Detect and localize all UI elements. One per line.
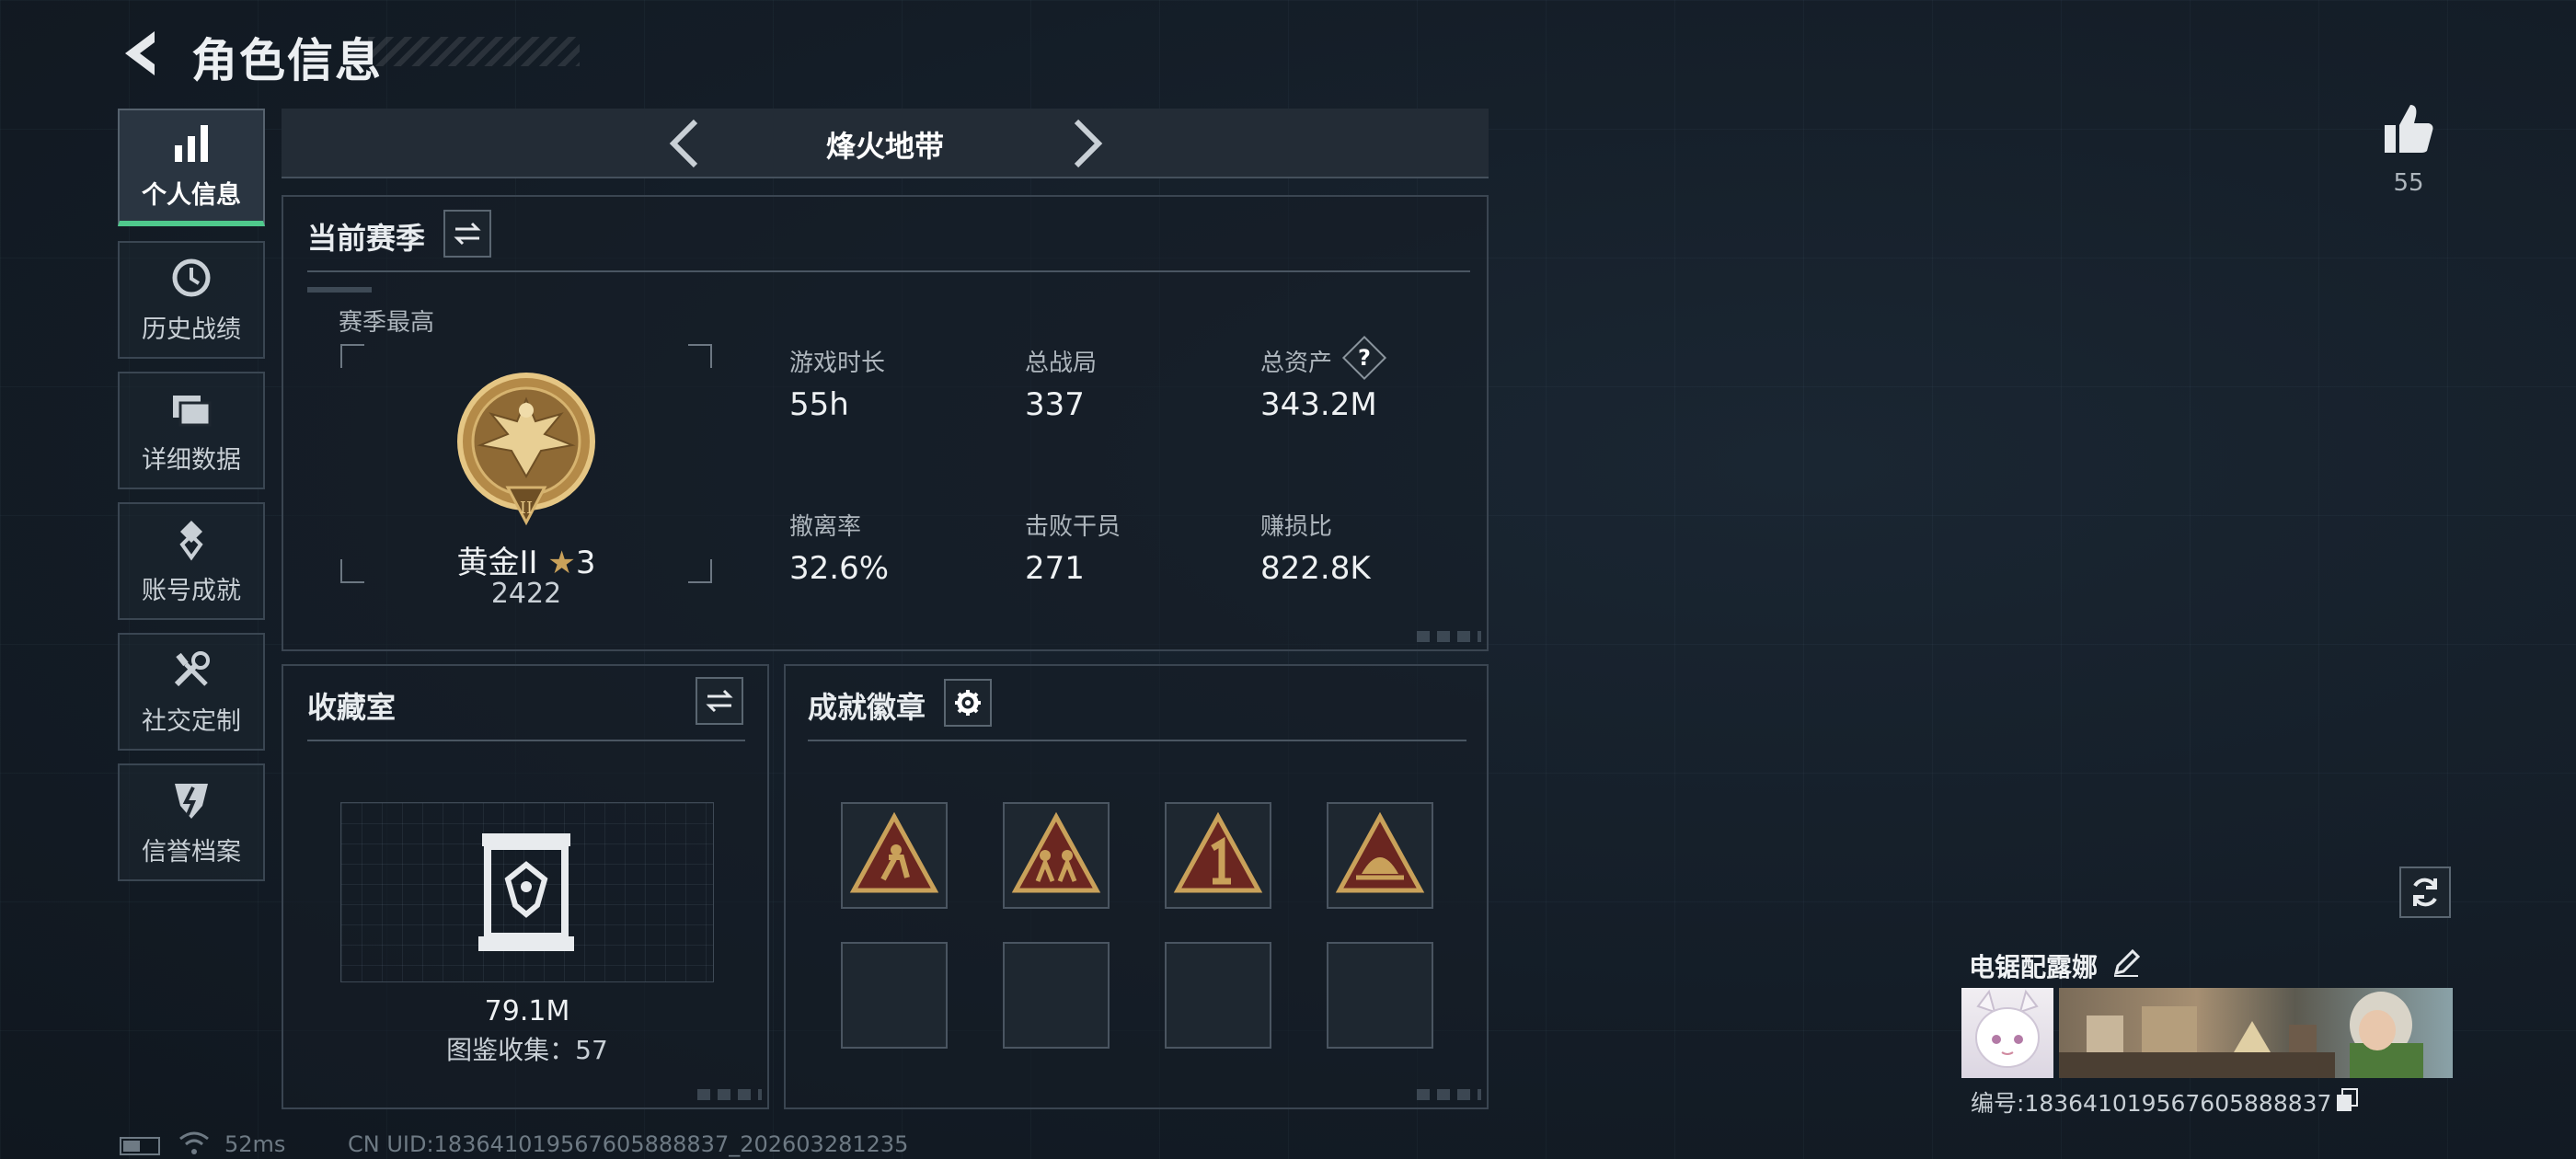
player-banner[interactable] (2059, 988, 2453, 1078)
badge-first-icon (1173, 811, 1263, 893)
tools-icon (174, 650, 210, 686)
achievement-badge-slot[interactable] (1165, 802, 1271, 909)
divider-accent (307, 287, 372, 293)
sidebar-item-label: 历史战绩 (142, 315, 241, 344)
credit-shield-icon (175, 783, 208, 819)
badge-team-icon (1011, 811, 1101, 893)
stat-value: 32.6% (789, 550, 890, 587)
battery-icon (120, 1137, 160, 1155)
corner-decoration (1417, 1089, 1481, 1100)
pencil-icon (2113, 948, 2141, 977)
empty-badge-slot[interactable] (1327, 942, 1433, 1049)
rank-name-row: 黄金II ★3 (340, 537, 712, 582)
sidebar-item-personal-info[interactable]: 个人信息 (118, 109, 265, 226)
achievement-badge-slot[interactable] (841, 802, 948, 909)
stat-value: 55h (789, 386, 849, 423)
stat-value: 337 (1025, 386, 1085, 423)
sidebar-item-detailed-data[interactable]: 详细数据 (118, 372, 265, 489)
badge-helmet-icon (1335, 811, 1425, 893)
copy-icon (2337, 1088, 2358, 1111)
stat-value: 271 (1025, 550, 1085, 587)
sidebar-item-label: 详细数据 (142, 445, 241, 475)
gear-icon (955, 690, 981, 716)
collection-title: 收藏室 (307, 690, 397, 725)
player-id: 编号:183641019567605888837 (1971, 1090, 2332, 1117)
copy-id-button[interactable] (2335, 1087, 2359, 1113)
divider (808, 740, 1466, 741)
empty-badge-slot[interactable] (1165, 942, 1271, 1049)
collection-switch-button[interactable] (696, 677, 743, 725)
achievement-badge-slot[interactable] (1003, 802, 1110, 909)
avatar[interactable] (1961, 988, 2053, 1078)
sidebar-item-history[interactable]: 历史战绩 (118, 241, 265, 359)
collection-count: 图鉴收集：57 (446, 1035, 608, 1065)
banner-illustration (2059, 992, 2423, 1078)
stat-label: 赚损比 (1260, 513, 1333, 541)
folder-icon (173, 395, 212, 426)
refresh-icon (2413, 878, 2437, 907)
wifi-icon (179, 1131, 209, 1154)
stat-label: 总战局 (1025, 350, 1098, 377)
like-button[interactable] (2381, 101, 2436, 156)
back-button[interactable] (118, 28, 166, 79)
help-icon: ? (1358, 345, 1371, 371)
ping-text: 52ms (224, 1131, 286, 1157)
page-title: 角色信息 (191, 34, 383, 87)
season-switch-button[interactable] (443, 210, 491, 258)
history-clock-icon (172, 258, 211, 296)
swap-icon (454, 222, 481, 246)
sidebar-item-label: 个人信息 (142, 180, 241, 210)
divider (307, 740, 745, 741)
stat-value: 822.8K (1260, 550, 1371, 587)
bar-chart-icon (175, 124, 208, 162)
empty-badge-slot[interactable] (1003, 942, 1110, 1049)
achievements-settings-button[interactable] (944, 679, 992, 727)
badge-runner-icon (849, 811, 939, 893)
sidebar-item-label: 信誉档案 (142, 837, 241, 866)
stat-label: 撤离率 (789, 513, 862, 541)
display-case-icon (478, 833, 574, 951)
swap-icon (706, 689, 733, 713)
stat-label: 游戏时长 (789, 350, 886, 377)
empty-badge-slot[interactable] (841, 942, 948, 1049)
divider (307, 270, 1470, 272)
title-decoration (368, 37, 580, 66)
corner-decoration (1417, 631, 1481, 642)
stat-label: 总资产 (1260, 350, 1333, 377)
star-icon: ★ (547, 545, 576, 581)
gold-rank-emblem-icon: II (457, 373, 595, 526)
sidebar-item-achievements[interactable]: 账号成就 (118, 502, 265, 620)
mode-next-button[interactable] (1058, 114, 1113, 173)
thumbs-up-icon (2385, 105, 2433, 153)
sidebar-item-label: 账号成就 (142, 576, 241, 605)
uid-text: CN UID:183641019567605888837_20260328123… (348, 1131, 909, 1157)
achievement-badge-slot[interactable] (1327, 802, 1433, 909)
stat-value: 343.2M (1260, 386, 1377, 423)
sidebar-item-label: 社交定制 (142, 706, 241, 736)
achievements-title: 成就徽章 (808, 690, 926, 725)
medal-icon (179, 520, 203, 560)
svg-text:II: II (520, 499, 533, 518)
mode-name: 烽火地带 (825, 129, 944, 164)
sidebar-item-social[interactable]: 社交定制 (118, 633, 265, 751)
stat-label: 击败干员 (1025, 513, 1121, 541)
avatar-portrait (1975, 989, 2040, 1068)
rank-stars: 3 (575, 545, 596, 581)
sidebar-item-credit[interactable]: 信誉档案 (118, 763, 265, 881)
season-title: 当前赛季 (307, 221, 426, 256)
edit-name-button[interactable] (2110, 947, 2142, 979)
chevron-right-icon (1074, 119, 1103, 168)
refresh-button[interactable] (2399, 866, 2451, 918)
rank-name: 黄金II (456, 545, 538, 581)
player-name: 电锯配露娜 (1969, 952, 2099, 982)
rank-points: 2422 (490, 578, 562, 610)
like-count: 55 (2393, 169, 2424, 197)
season-best-label: 赛季最高 (339, 309, 435, 337)
collection-value: 79.1M (484, 995, 570, 1027)
back-arrow-icon (125, 31, 155, 75)
corner-decoration (697, 1089, 762, 1100)
